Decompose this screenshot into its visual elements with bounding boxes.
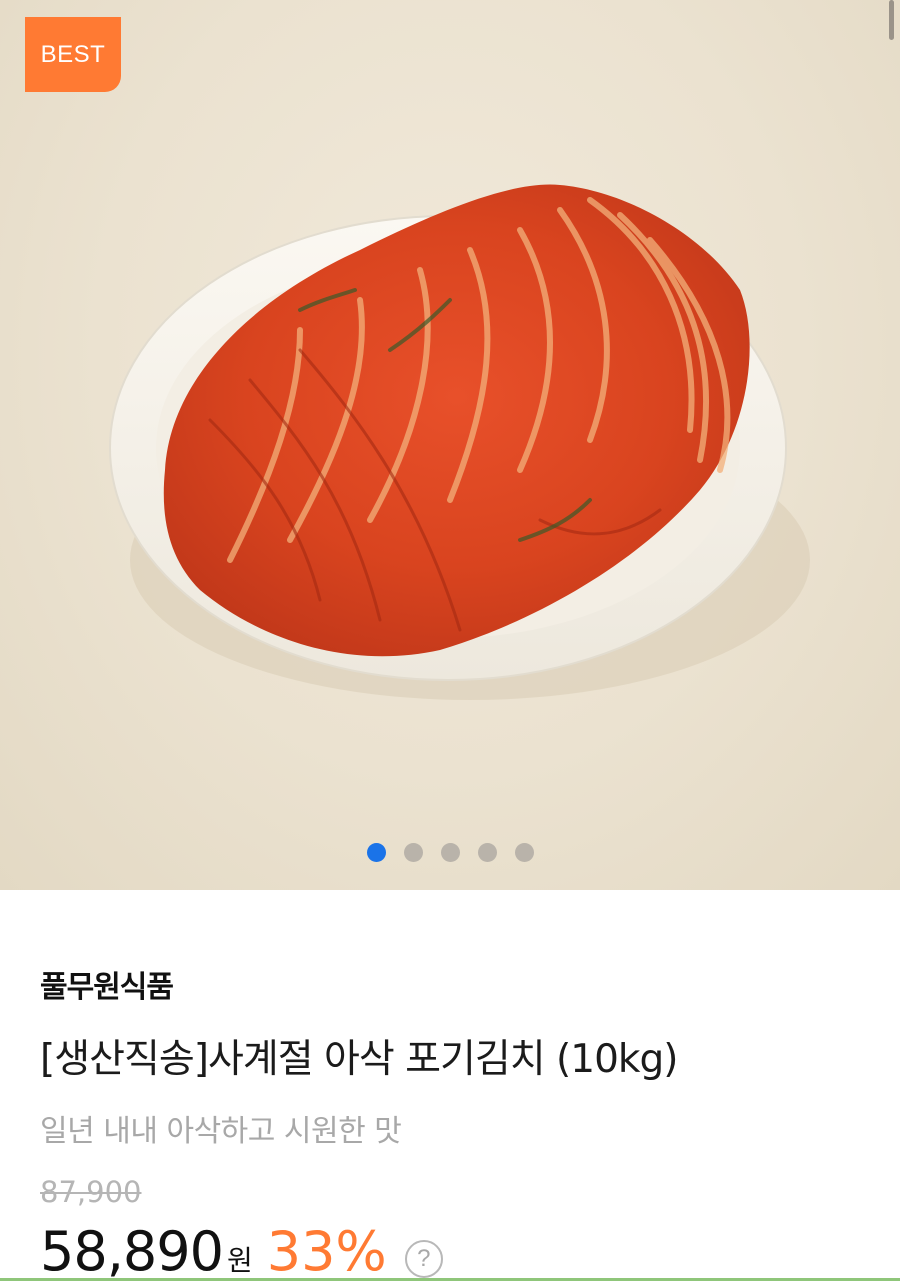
- brand-name[interactable]: 풀무원식품: [40, 962, 174, 1006]
- gallery-pagination: [0, 843, 900, 862]
- gallery-dot-1[interactable]: [366, 843, 386, 862]
- question-circle-icon[interactable]: ?: [404, 1239, 443, 1278]
- original-price: 87,900: [40, 1175, 142, 1209]
- gallery-dot-3[interactable]: [440, 843, 460, 862]
- product-title: [생산직송]사계절 아삭 포기김치 (10kg): [40, 1037, 678, 1082]
- gallery-dot-2[interactable]: [403, 843, 423, 862]
- gallery-dot-5[interactable]: [514, 843, 534, 862]
- best-badge: BEST: [25, 17, 121, 92]
- discount-rate: 33%: [266, 1220, 387, 1281]
- sale-price: 58,890: [40, 1220, 224, 1281]
- currency-unit: 원: [226, 1244, 253, 1277]
- product-subtitle: 일년 내내 아삭하고 시원한 맛: [40, 1114, 402, 1149]
- gallery-dot-4[interactable]: [477, 843, 497, 862]
- product-image-gallery[interactable]: BEST: [0, 0, 900, 890]
- kimchi-product-photo: [109, 184, 810, 700]
- scroll-indicator[interactable]: [889, 0, 894, 40]
- price-row: 58,890 원 33% ?: [40, 1220, 443, 1281]
